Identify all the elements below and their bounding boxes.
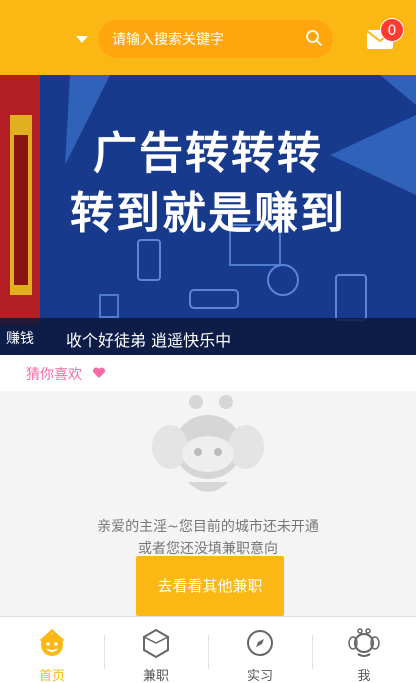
banner-title-line2: 转到就是赚到 — [70, 188, 346, 239]
message-count-badge: 0 — [380, 18, 404, 42]
tab-me-label: 我 — [357, 669, 371, 683]
banner-title-line1: 广告转转转 — [93, 128, 323, 179]
guess-you-like-header: 猜你喜欢 — [0, 355, 416, 391]
search-input[interactable]: 请输入搜索关键字 — [98, 20, 333, 58]
city-dropdown-caret-icon[interactable] — [76, 36, 88, 43]
bottom-tab-bar: 首页 兼职 实习 我 — [0, 616, 416, 683]
bee-profile-icon — [348, 628, 380, 657]
tab-internship-label: 实习 — [246, 669, 273, 683]
search-placeholder: 请输入搜索关键字 — [112, 32, 224, 48]
browse-other-jobs-button[interactable]: 去看看其他兼职 — [136, 556, 284, 616]
ticker-prefix: 赚钱 — [6, 331, 34, 347]
top-bar: 请输入搜索关键字 0 — [0, 0, 416, 75]
home-smiley-icon — [39, 628, 65, 656]
tab-parttime-label: 兼职 — [142, 669, 169, 683]
tab-home[interactable]: 首页 — [0, 617, 104, 683]
search-icon[interactable] — [305, 29, 323, 47]
tab-parttime[interactable]: 兼职 — [104, 617, 208, 683]
ticker-text: 收个好徒弟 逍遥快乐中 — [66, 331, 232, 350]
news-ticker: 赚钱 收个好徒弟 逍遥快乐中 — [0, 318, 416, 355]
compass-icon — [247, 630, 273, 656]
heart-icon — [92, 367, 106, 378]
section-title: 猜你喜欢 — [26, 367, 82, 383]
empty-message-line2: 或者您还没填兼职意向 — [138, 541, 278, 557]
hexagon-icon — [143, 628, 169, 659]
tab-me[interactable]: 我 — [312, 617, 416, 683]
ad-banner[interactable]: 广告转转转 转到就是赚到 赚钱 收个好徒弟 逍遥快乐中 — [0, 75, 416, 355]
tab-internship[interactable]: 实习 — [208, 617, 312, 683]
empty-message-line1: 亲爱的主淫~您目前的城市还未开通 — [97, 519, 319, 535]
empty-bee-mascot-icon — [152, 395, 264, 492]
tab-home-label: 首页 — [38, 669, 65, 683]
